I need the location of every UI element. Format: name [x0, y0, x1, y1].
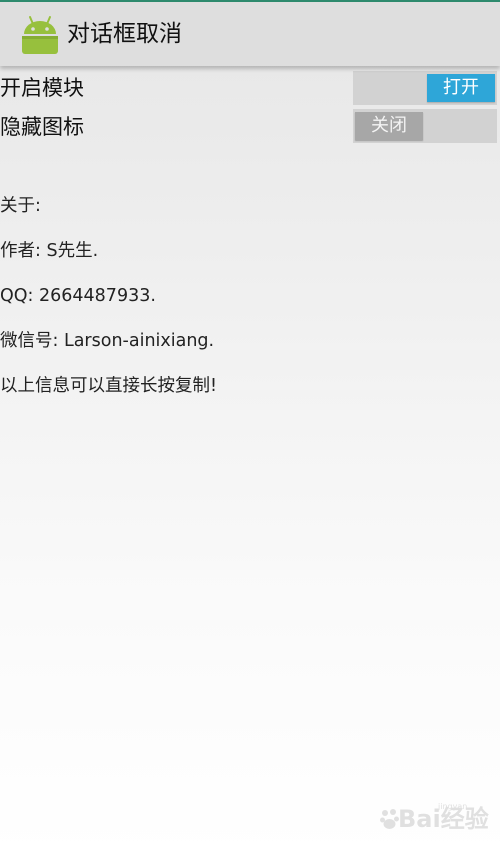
setting-label-enable-module: 开启模块	[0, 76, 84, 100]
qq-text[interactable]: QQ: 2664487933.	[0, 284, 156, 308]
watermark-subtext: jingyan	[438, 802, 468, 811]
author-text[interactable]: 作者: S先生.	[0, 239, 98, 263]
app-title: 对话框取消	[67, 21, 182, 47]
about-heading: 关于:	[0, 196, 41, 216]
wechat-text[interactable]: 微信号: Larson-ainixiang.	[0, 329, 214, 353]
action-bar: 对话框取消	[0, 2, 500, 66]
baidu-jingyan-watermark: Bai经验 jingyan	[380, 800, 496, 840]
paw-icon	[380, 809, 399, 829]
copy-hint-text: 以上信息可以直接长按复制!	[0, 376, 218, 396]
android-robot-icon	[22, 16, 58, 54]
hide-icon-toggle[interactable]: 关闭	[353, 109, 497, 143]
setting-label-hide-icon: 隐藏图标	[0, 115, 84, 139]
toggle-thumb-off: 关闭	[355, 112, 423, 140]
toggle-thumb-on: 打开	[427, 74, 495, 102]
enable-module-toggle[interactable]: 打开	[353, 71, 497, 105]
